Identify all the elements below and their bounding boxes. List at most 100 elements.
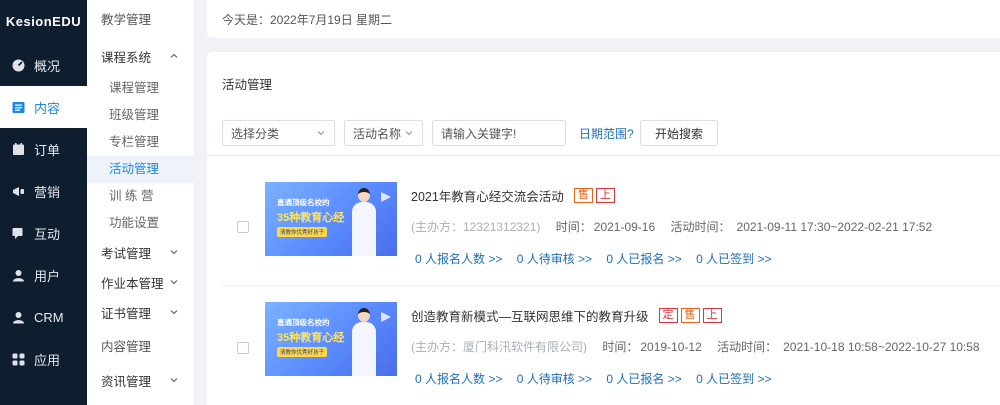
field-select[interactable]: 活动名称 (344, 120, 423, 146)
activity-stats: 0 人报名人数 >> 0 人待审核 >> 0 人已报名 >> 0 人已签到 >> (415, 250, 782, 267)
logo: KesionEDU (5, 14, 82, 29)
created-time: 2021-09-16 (593, 220, 656, 234)
status-badge-booking: 定 (658, 308, 678, 323)
today-date: 今天是：2022年7月19日 星期二 (222, 12, 393, 27)
marketing-icon (12, 185, 25, 198)
page-title: 活动管理 (222, 78, 273, 92)
sidebar-item-overview[interactable]: 概况 (0, 44, 87, 86)
field-select-value: 活动名称 (353, 126, 402, 141)
row-checkbox[interactable] (237, 342, 249, 354)
sidebar-item-label: CRM (34, 309, 64, 325)
chevron-down-icon (170, 310, 178, 315)
thumb-text: 直通顶级名校的 (277, 318, 330, 327)
registered-link[interactable]: 0 人已报名 >> (606, 372, 681, 386)
subnav-certificate[interactable]: 证书管理 (87, 297, 194, 327)
activity-period: 2021-09-11 17:30~2022-02-21 17:52 (736, 220, 933, 234)
divider (207, 155, 1000, 156)
chat-icon (12, 227, 25, 240)
sidebar-item-label: 订单 (34, 142, 61, 158)
chevron-down-icon (405, 131, 413, 136)
sidebar-item-marketing[interactable]: 营销 (0, 170, 87, 212)
sidebar-item-content[interactable]: 内容 (0, 86, 87, 128)
date-bar: 今天是：2022年7月19日 星期二 (207, 0, 1000, 38)
keyword-input[interactable]: 请输入关键字! (432, 120, 566, 146)
crm-icon (12, 311, 25, 324)
activity-row: 直通顶级名校的 35种教育心经 清教你优秀好孩子 2021年教育心经交流会活动 … (207, 162, 1000, 282)
chevron-up-icon (170, 53, 178, 58)
pending-review-link[interactable]: 0 人待审核 >> (517, 372, 592, 386)
status-badge-online: 上 (595, 188, 615, 203)
activity-title[interactable]: 创造教育新模式—互联网思维下的教育升级 (411, 306, 649, 325)
activity-title[interactable]: 2021年教育心经交流会活动 (411, 186, 564, 205)
secondary-nav: 教学管理 课程系统 课程管理 班级管理 专栏管理 活动管理 训 练 营 功能设置… (87, 0, 194, 405)
subnav-item-settings[interactable]: 功能设置 (87, 210, 194, 237)
sidebar-item-label: 概况 (34, 58, 61, 74)
paper-plane-icon (381, 192, 391, 202)
row-checkbox[interactable] (237, 221, 249, 233)
created-time: 2019-10-12 (640, 340, 702, 354)
activity-thumbnail[interactable]: 直通顶级名校的 35种教育心经 清教你优秀好孩子 (265, 302, 397, 376)
subnav-item-course[interactable]: 课程管理 (87, 75, 194, 102)
registrations-link[interactable]: 0 人报名人数 >> (415, 372, 502, 386)
checked-in-link[interactable]: 0 人已签到 >> (696, 372, 771, 386)
order-icon (12, 142, 25, 156)
time-label: 时间： (555, 220, 592, 234)
sidebar-item-interaction[interactable]: 互动 (0, 212, 87, 254)
sidebar-item-label: 互动 (34, 226, 61, 242)
sidebar-item-label: 内容 (34, 100, 61, 116)
subnav-homework[interactable]: 作业本管理 (87, 267, 194, 297)
subnav-exam[interactable]: 考试管理 (87, 237, 194, 267)
sidebar-item-label: 应用 (34, 352, 61, 368)
presenter-figure (349, 188, 379, 256)
activity-thumbnail[interactable]: 直通顶级名校的 35种教育心经 清教你优秀好孩子 (265, 182, 397, 256)
period-label: 活动时间： (717, 340, 778, 354)
subnav-group-label: 作业本管理 (101, 276, 164, 291)
period-label: 活动时间： (670, 220, 731, 234)
category-select[interactable]: 选择分类 (222, 120, 335, 146)
checked-in-link[interactable]: 0 人已签到 >> (696, 252, 771, 266)
pending-review-link[interactable]: 0 人待审核 >> (517, 252, 592, 266)
sidebar-item-order[interactable]: 订单 (0, 128, 87, 170)
subnav-item-bootcamp[interactable]: 训 练 营 (87, 183, 194, 210)
sidebar-item-label: 营销 (34, 184, 61, 200)
activity-meta: (主办方：12321312321) 时间： 2021-09-16 活动时间： 202… (411, 218, 932, 235)
sidebar-item-apps[interactable]: 应用 (0, 338, 87, 380)
activity-panel: 活动管理 选择分类 活动名称 请输入关键字! 日期范围? 开始搜索 直通顶级名校… (207, 52, 1000, 405)
thumb-text: 直通顶级名校的 (277, 198, 330, 207)
registrations-link[interactable]: 0 人报名人数 >> (415, 252, 502, 266)
sidebar-item-users[interactable]: 用户 (0, 254, 87, 296)
subnav-content-mgmt[interactable]: 内容管理 (87, 327, 194, 364)
chevron-down-icon (170, 280, 178, 285)
chevron-down-icon (170, 250, 178, 255)
sidebar-item-label: 用户 (34, 268, 61, 284)
sponsor: (主办方：12321312321) (411, 220, 541, 234)
search-button[interactable]: 开始搜索 (640, 120, 718, 146)
paper-plane-icon (381, 312, 391, 322)
chevron-down-icon (170, 378, 178, 383)
time-label: 时间： (602, 340, 639, 354)
subnav-group-label: 资讯管理 (101, 374, 152, 389)
registered-link[interactable]: 0 人已报名 >> (606, 252, 681, 266)
activity-meta: (主办方：厦门科汛软件有限公司) 时间： 2019-10-12 活动时间： 2021… (411, 338, 980, 355)
subnav-news[interactable]: 资讯管理 (87, 364, 194, 396)
activity-title-line: 2021年教育心经交流会活动 售 上 (411, 186, 615, 205)
dashboard-icon (12, 59, 25, 72)
sidebar-item-crm[interactable]: CRM (0, 296, 87, 338)
thumb-headline: 35种教育心经 (277, 332, 345, 344)
activity-stats: 0 人报名人数 >> 0 人待审核 >> 0 人已报名 >> 0 人已签到 >> (415, 370, 782, 387)
main-sidebar: KesionEDU 概况 内容 订单 营销 互动 用户 CRM 应用 (0, 0, 87, 405)
subnav-teaching[interactable]: 教学管理 (87, 0, 194, 37)
status-badge-online: 上 (702, 308, 722, 323)
subnav-group-label: 课程系统 (101, 50, 152, 65)
apps-icon (12, 353, 25, 366)
date-range-link[interactable]: 日期范围? (579, 125, 634, 142)
status-badge-sale: 售 (573, 188, 593, 203)
subnav-course-system[interactable]: 课程系统 (87, 37, 194, 75)
sponsor: (主办方：厦门科汛软件有限公司) (411, 340, 587, 354)
subnav-item-column[interactable]: 专栏管理 (87, 129, 194, 156)
subnav-group-label: 证书管理 (101, 306, 152, 321)
subnav-item-class[interactable]: 班级管理 (87, 102, 194, 129)
subnav-item-activity[interactable]: 活动管理 (87, 156, 194, 183)
presenter-figure (349, 308, 379, 376)
content-icon (12, 101, 25, 114)
